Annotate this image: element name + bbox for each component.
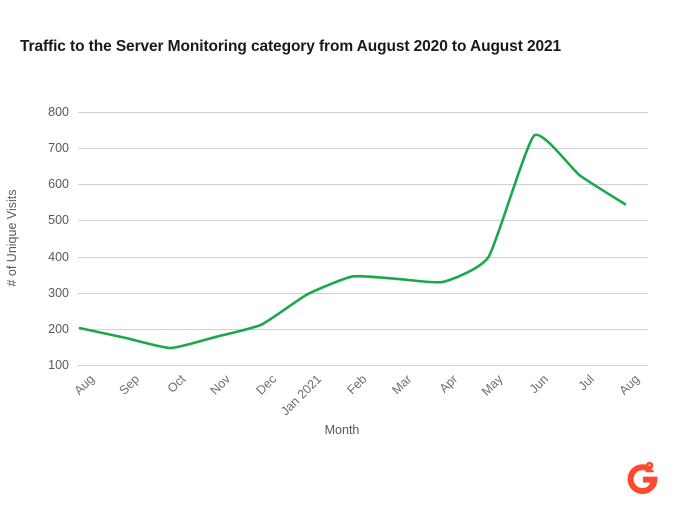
x-tick-label: Aug (616, 372, 643, 398)
x-tick-label: Mar (389, 372, 415, 398)
x-tick-label: Jun (527, 372, 552, 397)
x-tick-label: Dec (253, 372, 279, 398)
x-tick-label: Jul (575, 372, 597, 394)
x-tick-label: Nov (207, 372, 234, 398)
x-tick-label: Oct (164, 372, 189, 396)
x-tick-label: Aug (71, 372, 98, 398)
x-axis-label: Month (324, 423, 360, 437)
x-tick-label: Feb (343, 372, 369, 398)
g2-logo-icon (627, 462, 658, 494)
x-tick-label: Apr (437, 372, 461, 396)
x-tick-label: Sep (116, 372, 143, 398)
x-tick-label: May (478, 372, 506, 399)
chart-screenshot: Traffic to the Server Monitoring categor… (0, 0, 684, 510)
g2-logo (622, 459, 662, 499)
x-tick-label: Jan 2021 (278, 372, 325, 419)
